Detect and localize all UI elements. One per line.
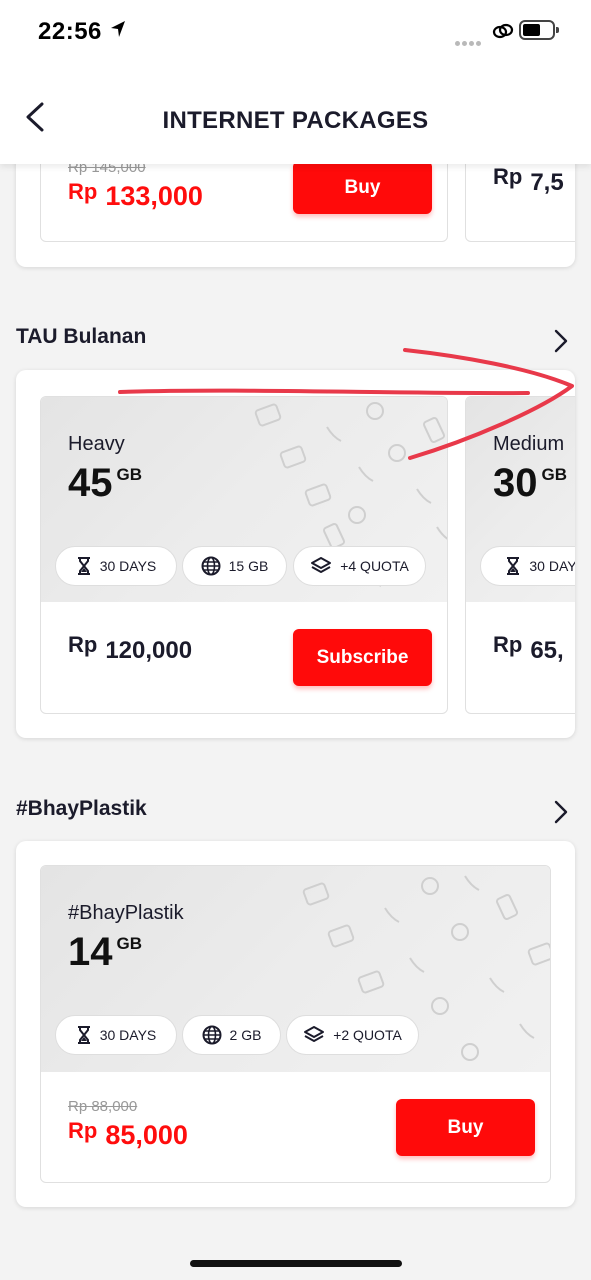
- price: Rp 120,000: [68, 632, 193, 665]
- package-quota: 14 GB: [68, 930, 142, 975]
- signal-icon: [455, 33, 483, 51]
- price-value: 65,: [530, 637, 564, 664]
- currency-label: Rp: [493, 632, 523, 657]
- old-price: Rp 88,000: [68, 1098, 138, 1115]
- price-value: 120,000: [105, 637, 193, 664]
- quota-value: 45: [68, 461, 113, 505]
- currency-label: Rp: [68, 632, 98, 657]
- section-title-bhay: #BhayPlastik: [16, 797, 147, 820]
- bhay-section-card: #BhayPlastik 14 GB 30 DAYS 2 GB +2 QUOTA …: [16, 841, 575, 1207]
- hourglass-icon: [77, 1026, 90, 1044]
- chip-duration: 30 DAY: [480, 546, 575, 586]
- package-card-heavy[interactable]: Heavy 45 GB 30 DAYS 15 GB +4 QUOTA Rp 120,…: [40, 396, 448, 714]
- battery-icon: [519, 20, 559, 40]
- hourglass-icon: [507, 557, 520, 575]
- chip-label: +2 QUOTA: [333, 1027, 402, 1043]
- package-card-header: Medium 30 GB 30 DAY: [466, 397, 575, 602]
- location-arrow-icon: [111, 21, 125, 37]
- currency-label: Rp: [68, 179, 98, 204]
- chip-quota: +2 QUOTA: [286, 1015, 419, 1055]
- package-card-medium[interactable]: Medium 30 GB 30 DAY Rp 65,: [465, 396, 575, 714]
- layers-icon: [311, 557, 332, 573]
- buy-button[interactable]: Buy: [293, 161, 432, 214]
- quota-value: 14: [68, 930, 113, 974]
- link-icon: [492, 23, 514, 39]
- price: Rp 85,000: [68, 1118, 188, 1151]
- section-title-tau: TAU Bulanan: [16, 325, 147, 348]
- package-name: Heavy: [68, 433, 125, 455]
- hourglass-icon: [77, 557, 90, 575]
- globe-icon: [201, 556, 221, 576]
- package-card-header: Heavy 45 GB 30 DAYS 15 GB +4 QUOTA: [41, 397, 447, 602]
- package-card-bhay[interactable]: #BhayPlastik 14 GB 30 DAYS 2 GB +2 QUOTA …: [40, 865, 551, 1183]
- chevron-right-icon[interactable]: [550, 328, 572, 354]
- chip-label: 30 DAYS: [99, 1027, 157, 1043]
- chip-label: 30 DAYS: [99, 558, 157, 574]
- quota-unit: GB: [116, 465, 143, 484]
- package-name: #BhayPlastik: [68, 902, 184, 924]
- buy-button[interactable]: Buy: [396, 1099, 535, 1156]
- quota-unit: GB: [541, 465, 568, 484]
- app-header: INTERNET PACKAGES: [0, 64, 591, 164]
- package-card-header: #BhayPlastik 14 GB 30 DAYS 2 GB +2 QUOTA: [41, 866, 550, 1072]
- price-value: 7,5: [530, 169, 564, 196]
- layers-icon: [304, 1026, 325, 1042]
- chip-data: 15 GB: [182, 546, 287, 586]
- price-value: 133,000: [105, 181, 203, 211]
- chip-data: 2 GB: [182, 1015, 281, 1055]
- package-quota: 30 GB: [493, 461, 567, 506]
- status-time: 22:56: [38, 18, 102, 45]
- chip-label: 30 DAY: [529, 558, 575, 574]
- price: Rp 65,: [493, 632, 564, 665]
- status-bar: 22:56: [0, 0, 591, 64]
- tau-section-card: Heavy 45 GB 30 DAYS 15 GB +4 QUOTA Rp 120,…: [16, 370, 575, 738]
- chip-label: +4 QUOTA: [340, 558, 409, 574]
- page-title: INTERNET PACKAGES: [162, 107, 429, 134]
- package-name: Medium: [493, 433, 565, 455]
- home-indicator[interactable]: [190, 1260, 402, 1267]
- currency-label: Rp: [493, 164, 523, 189]
- chip-duration: 30 DAYS: [55, 546, 177, 586]
- subscribe-button[interactable]: Subscribe: [293, 629, 432, 686]
- quota-unit: GB: [116, 934, 143, 953]
- price: Rp 7,5: [493, 164, 564, 197]
- quota-value: 30: [493, 461, 538, 505]
- package-quota: 45 GB: [68, 461, 142, 506]
- chip-label: 15 GB: [228, 558, 269, 574]
- currency-label: Rp: [68, 1118, 98, 1143]
- globe-icon: [202, 1025, 222, 1045]
- price-value: 85,000: [105, 1120, 188, 1150]
- chip-duration: 30 DAYS: [55, 1015, 177, 1055]
- chip-quota: +4 QUOTA: [293, 546, 426, 586]
- chip-label: 2 GB: [229, 1027, 262, 1043]
- price: Rp 133,000: [68, 179, 203, 212]
- chevron-right-icon[interactable]: [550, 799, 572, 825]
